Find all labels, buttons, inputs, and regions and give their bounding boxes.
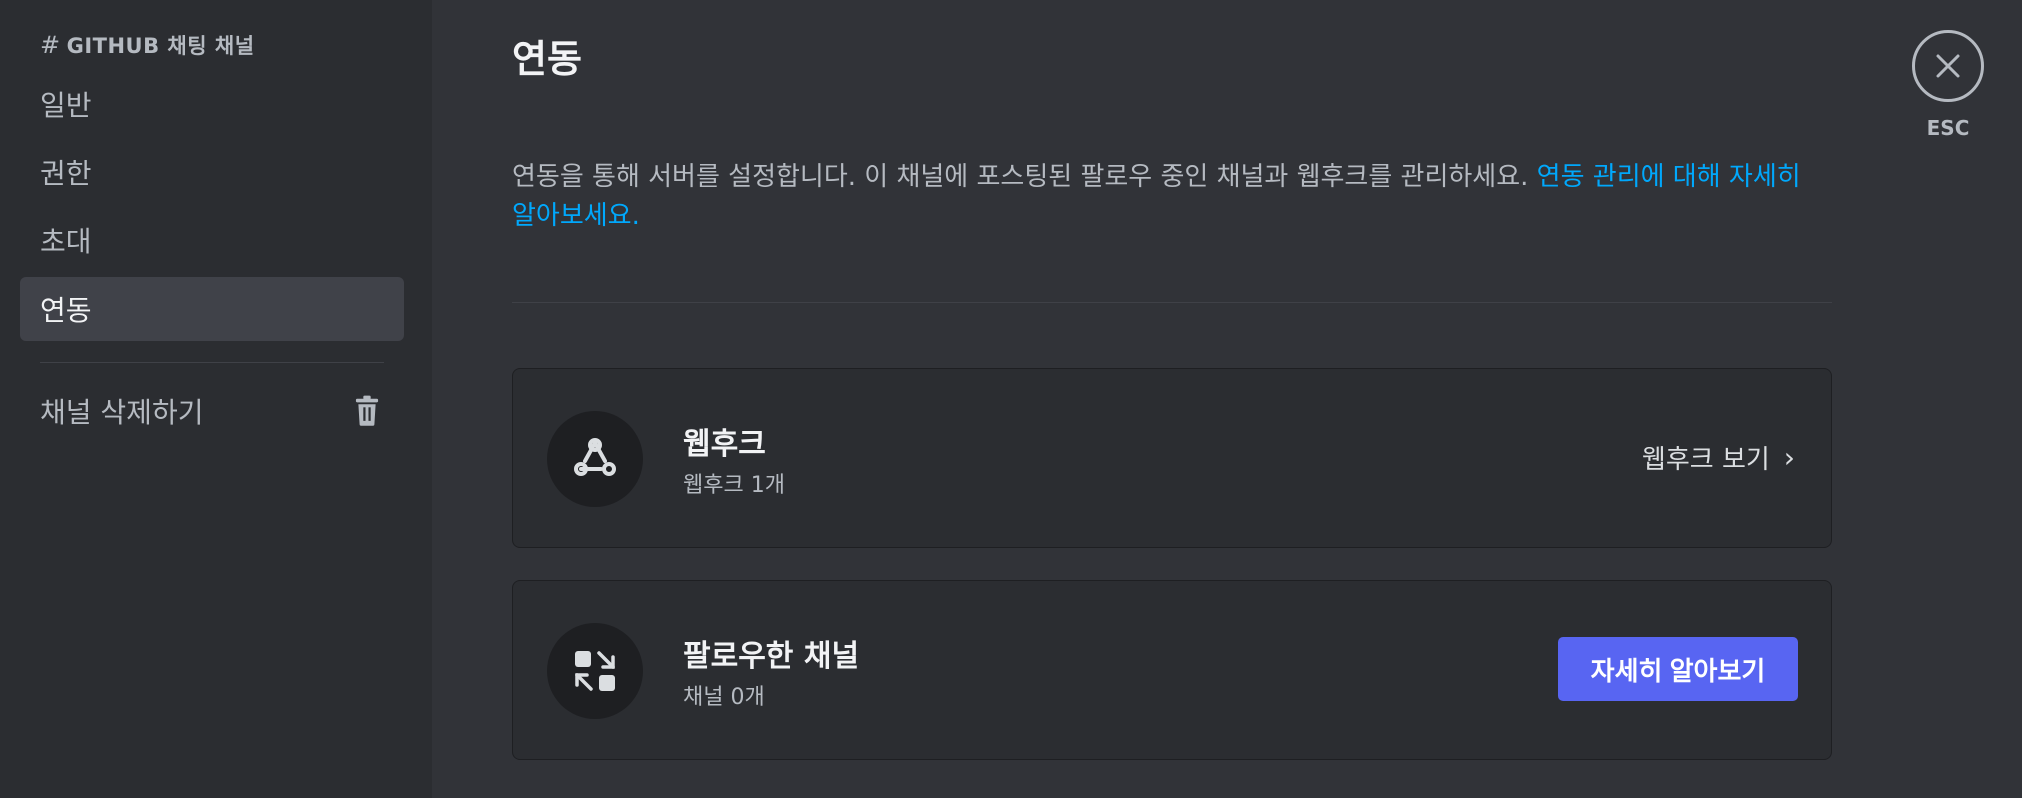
main-content: 연동 연동을 통해 서버를 설정합니다. 이 채널에 포스팅된 팔로우 중인 채… — [432, 0, 2022, 798]
sidebar-item-invites[interactable]: 초대 — [20, 208, 404, 272]
sidebar-item-label: 연동 — [40, 294, 92, 327]
content-divider — [512, 302, 1832, 303]
follow-channel-icon — [547, 623, 643, 719]
sidebar-divider — [40, 362, 384, 363]
esc-label: ESC — [1926, 116, 1970, 140]
webhook-icon — [547, 411, 643, 507]
learn-more-button[interactable]: 자세히 알아보기 — [1558, 637, 1798, 701]
trash-icon — [355, 395, 379, 426]
page-description: 연동을 통해 서버를 설정합니다. 이 채널에 포스팅된 팔로우 중인 채널과 … — [512, 158, 1832, 236]
settings-window: # GITHUB 채팅 채널 일반 권한 초대 연동 채널 삭제하기 연동 연동… — [0, 0, 2022, 798]
webhooks-card: 웹후크 웹후크 1개 웹후크 보기 › — [512, 368, 1832, 548]
webhooks-title: 웹후크 — [683, 427, 766, 462]
followed-channels-title: 팔로우한 채널 — [683, 639, 860, 674]
channel-name: GITHUB 채팅 채널 — [66, 34, 255, 58]
close-icon — [1936, 54, 1960, 78]
view-webhooks-button[interactable]: 웹후크 보기 › — [1642, 439, 1795, 476]
sidebar-item-label: 초대 — [40, 225, 92, 258]
sidebar-item-integrations[interactable]: 연동 — [20, 277, 404, 341]
sidebar-header: # GITHUB 채팅 채널 — [40, 30, 255, 60]
sidebar-item-permissions[interactable]: 권한 — [20, 140, 404, 204]
sidebar-item-label: 권한 — [40, 157, 92, 190]
hash-icon: # — [40, 31, 61, 59]
settings-sidebar: # GITHUB 채팅 채널 일반 권한 초대 연동 채널 삭제하기 — [0, 0, 432, 798]
chevron-right-icon: › — [1783, 441, 1795, 474]
page-title: 연동 — [512, 37, 582, 81]
close-area: ESC — [1912, 30, 1984, 140]
sidebar-item-general[interactable]: 일반 — [20, 72, 404, 136]
description-text: 연동을 통해 서버를 설정합니다. 이 채널에 포스팅된 팔로우 중인 채널과 … — [512, 162, 1529, 192]
sidebar-item-label: 일반 — [40, 89, 92, 122]
followed-channels-count: 채널 0개 — [683, 685, 765, 710]
webhooks-count: 웹후크 1개 — [683, 473, 785, 498]
close-button[interactable] — [1912, 30, 1984, 102]
followed-channels-card: 팔로우한 채널 채널 0개 자세히 알아보기 — [512, 580, 1832, 760]
delete-channel-button[interactable]: 채널 삭제하기 — [20, 379, 404, 443]
view-webhooks-label: 웹후크 보기 — [1641, 445, 1770, 475]
delete-channel-label: 채널 삭제하기 — [40, 396, 204, 429]
